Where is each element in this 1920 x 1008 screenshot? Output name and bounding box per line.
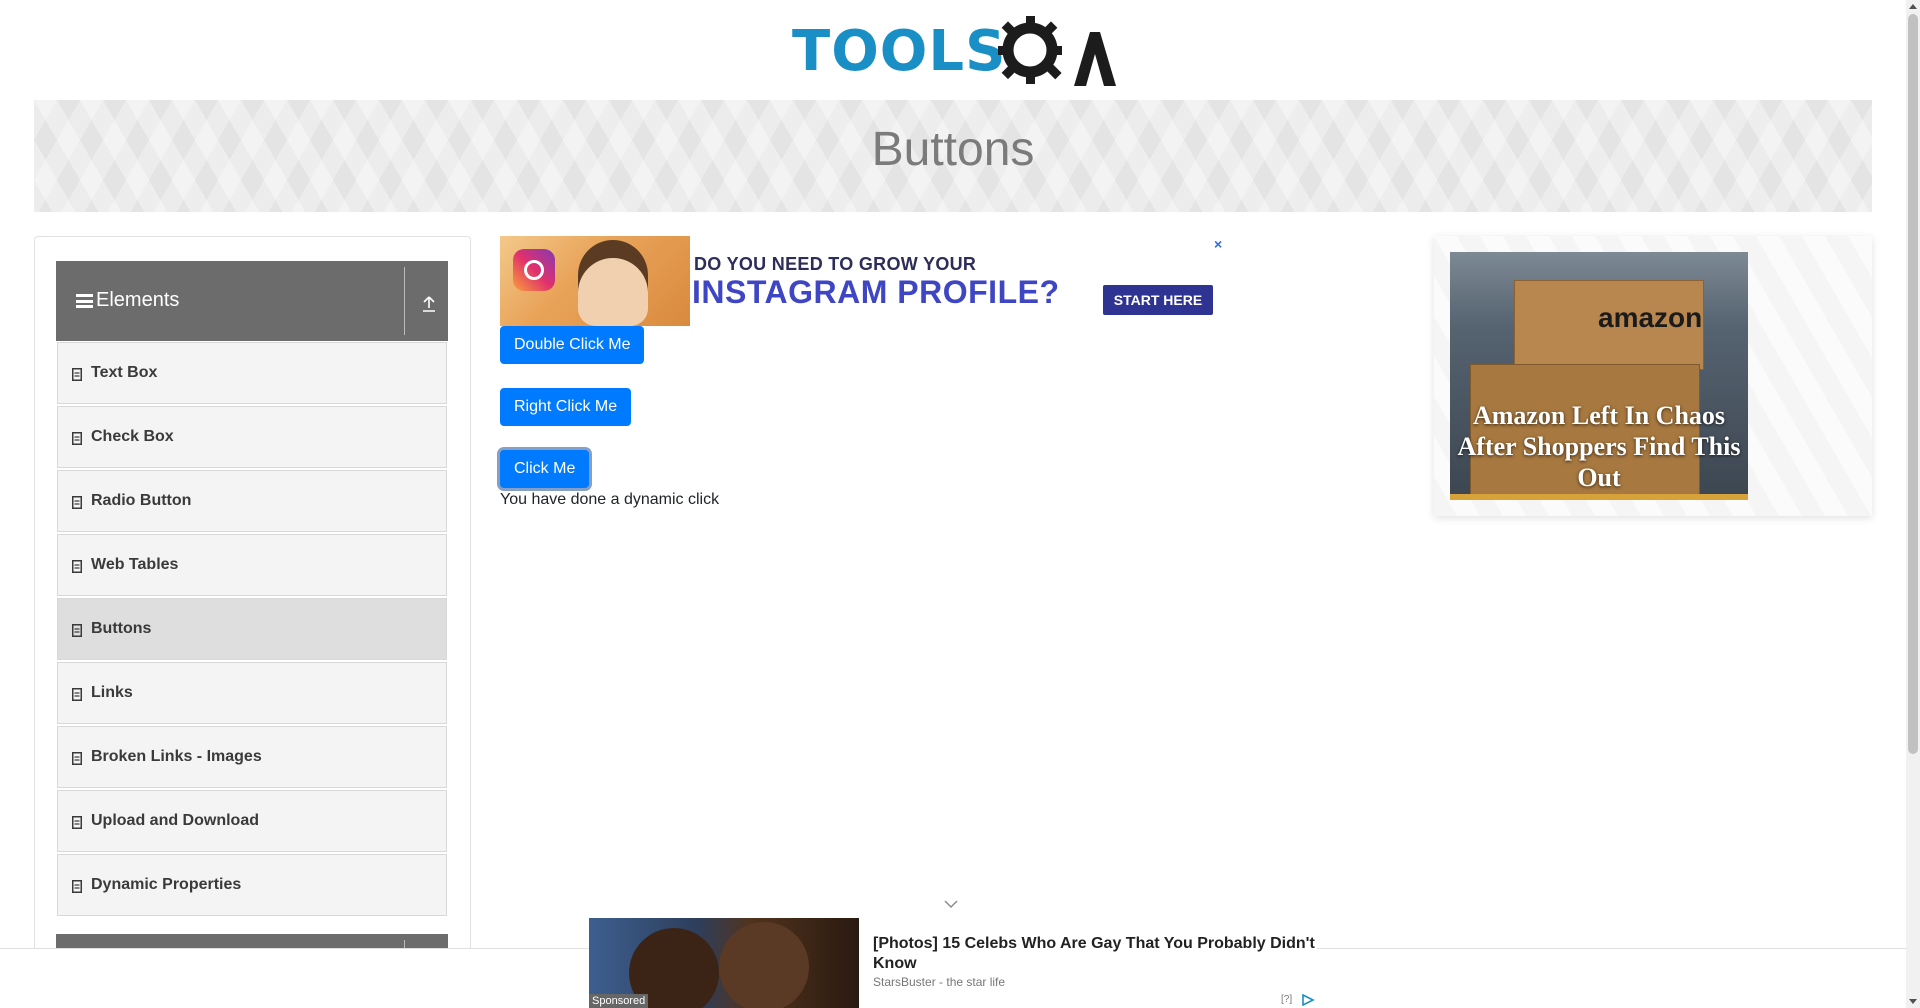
- sidebar-item-radio-button[interactable]: Radio Button: [57, 470, 447, 532]
- file-icon: [72, 560, 82, 573]
- file-icon: [72, 368, 82, 381]
- amazon-brand-text: amazon: [1598, 302, 1703, 333]
- sponsored-label: Sponsored: [589, 994, 649, 1008]
- sidebar-item-label: Upload and Download: [91, 812, 259, 829]
- ad-title-link[interactable]: [Photos] 15 Celebs Who Are Gay That You …: [873, 934, 1317, 974]
- ad-close-icon[interactable]: ×: [1214, 236, 1222, 252]
- instagram-icon: [513, 249, 555, 291]
- file-icon: [72, 880, 82, 893]
- file-icon: [72, 624, 82, 637]
- sidebar-item-text-box[interactable]: Text Box: [57, 342, 447, 404]
- sidebar-item-label: Dynamic Properties: [91, 876, 242, 893]
- ad-start-here-button[interactable]: START HERE: [1103, 285, 1213, 315]
- sidebar-item-upload-download[interactable]: Upload and Download: [57, 790, 447, 852]
- sidebar-item-dynamic-properties[interactable]: Dynamic Properties: [57, 854, 447, 916]
- sidebar-group-label: Elements: [96, 289, 180, 311]
- logo-gear-q-icon: [998, 16, 1116, 86]
- sidebar-item-label: Web Tables: [91, 556, 179, 573]
- sidebar: Elements Text Box Check Box Radio Button…: [34, 236, 471, 1008]
- collapse-up-icon[interactable]: [404, 267, 448, 335]
- file-icon: [72, 816, 82, 829]
- sidebar-item-web-tables[interactable]: Web Tables: [57, 534, 447, 596]
- right-click-button[interactable]: Right Click Me: [500, 388, 632, 426]
- scroll-down-icon[interactable]: [1909, 999, 1917, 1004]
- ad-image: amazon Amazon Left In Chaos After Shoppe…: [1450, 252, 1748, 500]
- page-title: Buttons: [871, 123, 1035, 176]
- dynamic-click-message: You have done a dynamic click: [500, 491, 720, 508]
- ad-headline: Amazon Left In Chaos After Shoppers Find…: [1457, 401, 1741, 492]
- sidebar-item-label: Links: [91, 684, 133, 701]
- page-scrollbar[interactable]: [1906, 0, 1920, 1008]
- sidebar-group-elements[interactable]: Elements: [56, 261, 448, 341]
- file-icon: [72, 688, 82, 701]
- ad-accent-bar: [1450, 494, 1748, 500]
- sidebar-item-buttons[interactable]: Buttons: [57, 598, 447, 660]
- double-click-button[interactable]: Double Click Me: [500, 326, 645, 364]
- ad-headline-2: INSTAGRAM PROFILE?: [692, 274, 1060, 310]
- sidebar-item-broken-links[interactable]: Broken Links - Images: [57, 726, 447, 788]
- page-banner: Buttons: [34, 100, 1872, 212]
- sidebar-item-links[interactable]: Links: [57, 662, 447, 724]
- sidebar-item-label: Text Box: [91, 364, 158, 381]
- logo-word: TOOLS: [792, 19, 1007, 84]
- file-icon: [72, 752, 82, 765]
- scrollbar-thumb[interactable]: [1908, 14, 1918, 754]
- sidebar-item-label: Broken Links - Images: [91, 748, 262, 765]
- scroll-up-icon[interactable]: [1909, 4, 1917, 9]
- sidebar-item-check-box[interactable]: Check Box: [57, 406, 447, 468]
- ad-person-image: [578, 240, 648, 326]
- file-icon: [72, 496, 82, 509]
- ad-person-image: [719, 922, 809, 1008]
- sidebar-item-label: Check Box: [91, 428, 174, 445]
- ad-photo: Sponsored: [589, 918, 859, 1008]
- file-icon: [72, 432, 82, 445]
- instagram-ad-banner[interactable]: DO YOU NEED TO GROW YOUR INSTAGRAM PROFI…: [500, 236, 1228, 326]
- amazon-ad[interactable]: amazon Amazon Left In Chaos After Shoppe…: [1434, 236, 1872, 516]
- toolsqa-logo[interactable]: TOOLS: [792, 14, 1116, 90]
- hamburger-icon: [76, 294, 93, 308]
- ad-source: StarsBuster - the star life: [873, 975, 1006, 989]
- sidebar-item-label: Radio Button: [91, 492, 192, 509]
- sponsored-ad[interactable]: Sponsored [Photos] 15 Celebs Who Are Gay…: [589, 918, 1317, 1008]
- sidebar-item-label: Buttons: [91, 620, 152, 637]
- click-me-button[interactable]: Click Me: [500, 450, 590, 488]
- adchoices-icon[interactable]: [1301, 994, 1315, 1006]
- ad-headline-1: DO YOU NEED TO GROW YOUR: [694, 254, 977, 274]
- ad-photo: [500, 236, 690, 326]
- chevron-down-icon[interactable]: [944, 900, 958, 908]
- ad-help-link[interactable]: [?]: [1281, 994, 1292, 1005]
